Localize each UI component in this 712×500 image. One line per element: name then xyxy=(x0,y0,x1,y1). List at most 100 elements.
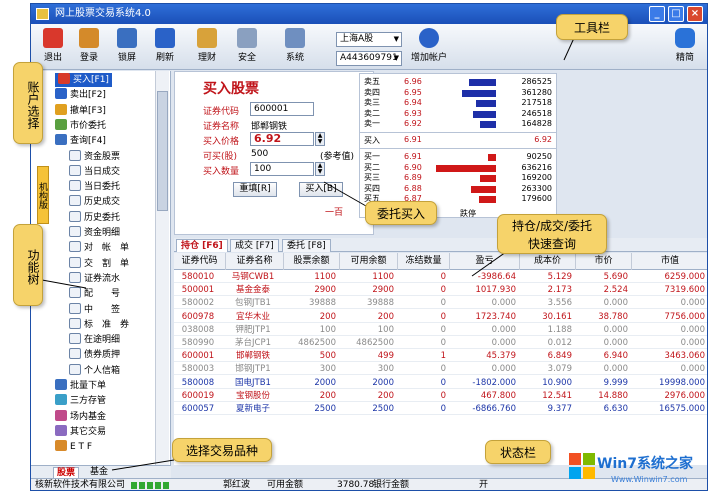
watermark-brand: Win7系统之家 xyxy=(597,456,693,472)
column-header[interactable]: 证券名称 xyxy=(226,253,284,270)
tree-item[interactable]: 卖出[F2] xyxy=(55,88,106,102)
tree-scrollbar-thumb[interactable] xyxy=(157,91,168,211)
tree-item[interactable]: 资金明细 xyxy=(69,226,120,240)
table-cell: 580002 xyxy=(181,298,215,309)
tree-scrollbar[interactable] xyxy=(155,71,169,465)
table-cell: 0 xyxy=(440,298,446,309)
tab-positions[interactable]: 持仓 [F6] xyxy=(176,239,228,252)
table-cell: 2500 xyxy=(314,404,336,414)
fund-icon xyxy=(55,409,67,421)
document-icon xyxy=(69,241,81,253)
toolbar-button-5[interactable]: 安全 xyxy=(229,28,265,63)
quote-row-sell: 卖二 6.93 246518 xyxy=(360,109,556,119)
tree-item[interactable]: E T F xyxy=(55,440,92,454)
tree-item[interactable]: 当日成交 xyxy=(69,164,120,179)
tree-item[interactable]: 当日委托 xyxy=(69,180,120,194)
table-row[interactable]: 580002 包钢JTB1 39888 39888 0 0.000 3.556 0.000 0.… xyxy=(174,297,707,310)
table-cell: 6259.000 xyxy=(664,272,705,282)
quantity-input[interactable]: 100 xyxy=(250,162,314,176)
table-row[interactable]: 580010 马钢CWB1 1100 1100 0 -3986.64 5.129 5.690 6… xyxy=(174,271,707,283)
quote-level-name: 卖四 xyxy=(364,87,380,97)
code-input[interactable]: 600001 xyxy=(250,102,314,116)
tree-item[interactable]: 个人信箱 xyxy=(69,363,120,378)
market-select[interactable]: 上海A股 ▼ xyxy=(336,32,402,47)
column-header[interactable]: 冻结数量 xyxy=(398,253,450,270)
tree-item[interactable]: 其它交易 xyxy=(55,424,106,439)
toolbar-button-4[interactable]: 理财 xyxy=(189,28,225,63)
maximize-button[interactable]: □ xyxy=(668,6,684,22)
document-icon xyxy=(69,333,81,345)
tree-item-label: 资金明细 xyxy=(84,228,121,238)
reset-button[interactable]: 重填[R] xyxy=(233,182,277,197)
table-row[interactable]: 600978 宜华木业 200 200 0 1723.740 30.161 38.780 775… xyxy=(174,311,707,323)
table-row[interactable]: 038008 钾肥JTP1 100 100 0 0.000 1.188 0.000 0.000 xyxy=(174,324,707,336)
account-select[interactable]: A443609791 ▼ xyxy=(336,51,402,66)
table-cell: 3463.060 xyxy=(664,351,705,362)
minimize-button[interactable]: _ xyxy=(649,6,665,22)
column-header[interactable]: 市值 xyxy=(632,253,707,270)
quote-row-sell: 卖五 6.96 286525 xyxy=(360,77,556,87)
column-header[interactable]: 证券代码 xyxy=(174,253,226,270)
close-button[interactable]: × xyxy=(687,6,703,22)
price-input[interactable]: 6.92 xyxy=(250,132,314,146)
table-cell: 30.161 xyxy=(542,311,572,322)
toolbar-button-6[interactable]: 系统 xyxy=(277,28,313,63)
table-row[interactable]: 600001 邯郸钢铁 500 499 1 45.379 6.849 6.940 3463.06… xyxy=(174,350,707,363)
callout-select-variety: 选择交易品种 xyxy=(172,438,272,462)
table-cell: 0 xyxy=(440,404,446,414)
tree-item[interactable]: 撤单[F3] xyxy=(55,103,106,118)
toolbar-button-2[interactable]: 锁屏 xyxy=(109,28,145,63)
tree-item[interactable]: 资金股票 xyxy=(69,149,120,164)
column-header[interactable]: 市价 xyxy=(576,253,632,270)
quote-level-price: 6.93 xyxy=(404,108,422,118)
custody-icon xyxy=(55,394,67,406)
tree-item[interactable]: 批量下单 xyxy=(55,379,106,393)
table-row[interactable]: 580990 茅台JCP1 4862500 4862500 0 0.000 0.012 0.0… xyxy=(174,337,707,349)
tab-orders[interactable]: 委托 [F8] xyxy=(282,239,331,252)
column-header[interactable]: 可用余额 xyxy=(340,253,398,270)
tab-fund[interactable]: 基金 xyxy=(87,467,111,478)
tree-item[interactable]: 债券质押 xyxy=(69,348,120,362)
table-row[interactable]: 580008 国电JTB1 2000 2000 0 -1802.000 10.900 9.99… xyxy=(174,377,707,389)
table-cell: 0.000 xyxy=(491,364,516,375)
table-cell: 0.000 xyxy=(603,324,628,335)
price-stepper[interactable]: ▲ ▼ xyxy=(315,132,325,146)
table-cell: 6.630 xyxy=(603,404,628,414)
callout-quick-query-pointer xyxy=(471,251,507,277)
table-cell: 038008 xyxy=(181,324,215,335)
add-account-button[interactable]: 增加帐户 xyxy=(407,28,451,63)
tree-item-label: 市价委托 xyxy=(70,120,107,131)
table-row[interactable]: 500001 基金金泰 2900 2900 0 1017.930 2.173 2.524 731… xyxy=(174,284,707,297)
tree-item[interactable]: 三方存管 xyxy=(55,394,106,408)
tree-item[interactable]: 历史成交 xyxy=(69,195,120,209)
tab-deals[interactable]: 成交 [F7] xyxy=(230,239,279,252)
toolbar-button-0[interactable]: 退出 xyxy=(35,28,71,63)
table-row[interactable]: 600057 夏新电子 2500 2500 0 -6866.760 9.377 6.630 16… xyxy=(174,403,707,415)
column-header[interactable]: 股票余额 xyxy=(284,253,340,270)
table-row[interactable]: 580003 邯钢JTP1 300 300 0 0.000 3.079 0.000 0.000 xyxy=(174,363,707,376)
document-icon xyxy=(69,180,81,192)
table-cell: 4862500 xyxy=(356,338,394,348)
document-icon xyxy=(69,256,81,268)
toolbar-button-1[interactable]: 登录 xyxy=(71,28,107,63)
toolbar-button-3[interactable]: 刷新 xyxy=(147,28,183,63)
tree-item[interactable]: 交 割 单 xyxy=(69,256,129,271)
quantity-stepper[interactable]: ▲ ▼ xyxy=(315,162,325,176)
tree-item[interactable]: 市价委托 xyxy=(55,118,107,133)
tree-item[interactable]: 中 签 xyxy=(69,302,120,317)
table-cell: 9.999 xyxy=(603,377,628,388)
simple-mode-button[interactable]: 精简 xyxy=(667,28,703,63)
tree-item[interactable]: 对 帐 单 xyxy=(69,241,129,255)
table-row[interactable]: 600019 宝钢股份 200 200 0 467.800 12.541 14.880 2976… xyxy=(174,390,707,402)
tree-item[interactable]: 场内基金 xyxy=(55,409,106,424)
tree-item[interactable]: 历史委托 xyxy=(69,210,120,225)
tree-item[interactable]: 在途明细 xyxy=(69,333,120,347)
institution-vertical-tab[interactable]: 机构版 xyxy=(37,166,49,224)
tree-item[interactable]: 买入[F1] xyxy=(55,73,112,87)
table-cell: 2.173 xyxy=(547,285,572,296)
column-header[interactable]: 成本价 xyxy=(520,253,576,270)
table-cell: 200 xyxy=(319,311,336,322)
table-cell: 2000 xyxy=(372,377,394,388)
tree-item[interactable]: 查询[F4] xyxy=(55,134,106,148)
tree-item[interactable]: 标 准 券 xyxy=(69,317,129,332)
